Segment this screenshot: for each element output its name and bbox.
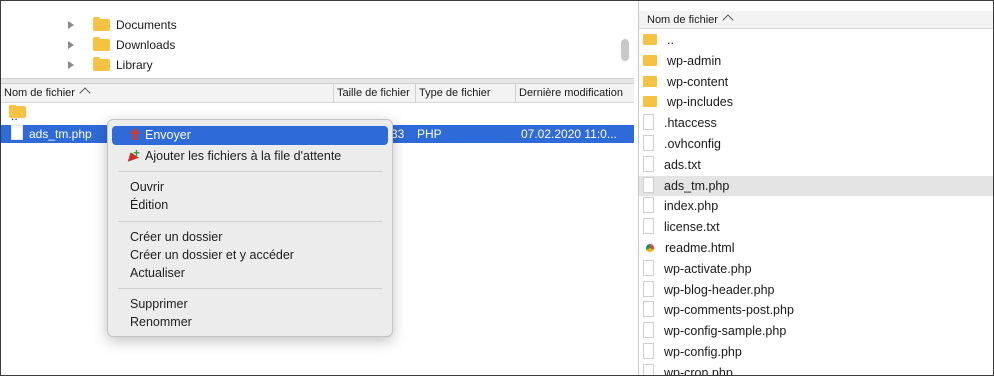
sort-ascending-icon [722,14,734,26]
tree-item-label: Downloads [116,38,176,52]
context-menu: Envoyer Ajouter les fichiers à la file d… [107,119,393,337]
menu-separator [118,288,382,289]
menu-item-rename[interactable]: Renommer [108,313,392,332]
folder-icon [643,54,657,66]
remote-list-item[interactable]: wp-admin [639,51,993,72]
remote-list-item[interactable]: .ovhconfig [639,134,993,155]
file-icon [643,197,654,214]
remote-list-item[interactable]: wp-cron.php [639,363,993,375]
column-header-size[interactable]: Taille de fichier [334,84,416,102]
file-icon [643,176,654,193]
file-name: wp-cron.php [664,365,733,375]
remote-list-item[interactable]: readme.html [639,238,993,259]
folder-icon [93,37,110,51]
remote-list-item[interactable]: wp-config-sample.php [639,321,993,342]
local-file-list-header: Nom de fichier Taille de fichier Type de… [1,84,634,103]
menu-item-create-folder-and-enter[interactable]: Créer un dossier et y accéder [108,246,392,265]
menu-item-delete[interactable]: Supprimer [108,295,392,314]
column-header-modified[interactable]: Dernière modification [516,84,634,102]
folder-icon [93,57,110,71]
sort-ascending-icon [79,87,91,99]
file-icon [643,218,654,235]
file-name: wp-admin [667,53,722,68]
window: Documents Downloads Library Nom de fichi… [0,0,994,376]
menu-item-ouvrir[interactable]: Ouvrir [108,178,392,197]
file-name: wp-blog-header.php [664,282,775,297]
remote-list-item[interactable]: license.txt [639,217,993,238]
menu-separator [118,171,382,172]
menu-item-create-folder[interactable]: Créer un dossier [108,228,392,247]
remote-list-item[interactable]: wp-config.php [639,342,993,363]
file-type: PHP [417,127,442,141]
file-name: wp-includes [667,95,734,110]
file-icon [643,114,654,131]
remote-pane: Nom de fichier .. wp-admin wp-content wp-in… [638,1,993,375]
file-name: index.php [664,199,719,214]
tree-scrollbar-thumb[interactable] [621,39,629,61]
remote-list-item[interactable]: wp-content [639,72,993,93]
remote-list-item[interactable]: .htaccess [639,113,993,134]
tree-item-downloads[interactable]: Downloads [1,35,175,55]
folder-icon [643,96,657,108]
column-header-name[interactable]: Nom de fichier [1,84,334,102]
file-name: wp-activate.php [664,261,752,276]
remote-list-item[interactable]: wp-activate.php [639,259,993,280]
folder-icon [93,17,110,31]
upload-arrow-icon [130,128,140,140]
tree-item-library[interactable]: Library [1,55,153,75]
add-to-queue-icon [126,144,140,163]
file-icon [643,363,654,375]
file-name: readme.html [665,241,735,255]
file-name: wp-content [667,74,729,89]
file-name: license.txt [664,220,720,235]
remote-list-item[interactable]: .. [639,30,993,51]
file-name: .. [667,33,674,47]
tree-item-documents[interactable]: Documents [1,15,177,35]
file-size: 33 [391,127,405,141]
remote-list-item[interactable]: wp-comments-post.php [639,300,993,321]
file-name: .ovhconfig [664,137,721,151]
remote-list-item[interactable]: wp-includes [639,92,993,113]
menu-item-envoyer[interactable]: Envoyer [112,126,388,145]
file-name: .htaccess [664,116,717,131]
menu-item-refresh[interactable]: Actualiser [108,264,392,283]
folder-icon [643,34,657,45]
local-directory-tree: Documents Downloads Library [1,1,634,77]
file-name: wp-comments-post.php [664,303,794,318]
file-icon [643,155,654,172]
file-name: wp-config-sample.php [664,324,787,339]
file-icon [11,125,23,140]
folder-icon [643,75,657,87]
remote-list-item[interactable]: index.php [639,196,993,217]
file-name: ads.txt [664,157,701,172]
local-pane: Documents Downloads Library Nom de fichi… [1,1,634,375]
menu-item-edition[interactable]: Édition [108,196,392,215]
file-modified: 07.02.2020 11:0... [521,127,617,141]
remote-list-item-selected[interactable]: ads_tm.php [639,175,993,197]
file-icon [643,259,654,276]
tree-item-label: Documents [116,18,177,32]
menu-separator [118,221,382,222]
file-icon [643,322,654,339]
menu-item-add-to-queue[interactable]: Ajouter les fichiers à la file d'attente [108,144,392,166]
disclosure-triangle-icon[interactable] [68,61,81,69]
file-icon [643,280,654,297]
file-icon [643,135,654,151]
remote-column-header-name[interactable]: Nom de fichier [639,11,993,29]
remote-list-item[interactable]: ads.txt [639,155,993,176]
disclosure-triangle-icon[interactable] [68,41,81,49]
remote-list-item[interactable]: wp-blog-header.php [639,280,993,301]
file-icon [643,343,654,359]
file-name: ads_tm.php [664,178,730,193]
file-icon [643,301,654,318]
column-header-type[interactable]: Type de fichier [416,84,516,102]
browser-file-icon [646,244,654,252]
disclosure-triangle-icon[interactable] [68,21,81,29]
file-name: wp-config.php [664,345,742,359]
tree-item-label: Library [116,58,153,72]
